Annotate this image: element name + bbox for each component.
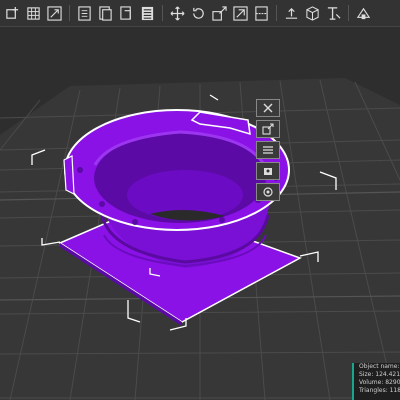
object-size: Size: 124.421 x 1 bbox=[359, 371, 400, 378]
3d-viewport[interactable] bbox=[0, 27, 400, 400]
close-icon[interactable] bbox=[256, 99, 280, 117]
paste-icon[interactable] bbox=[97, 5, 114, 22]
object-volume: Volume: 82907.2 bbox=[359, 379, 400, 386]
copy-icon[interactable] bbox=[76, 5, 93, 22]
scene bbox=[0, 78, 400, 400]
top-toolbar bbox=[0, 0, 400, 27]
layers-tool-icon[interactable] bbox=[256, 141, 280, 159]
paste-icon-2[interactable] bbox=[118, 5, 135, 22]
layers-icon[interactable] bbox=[139, 5, 156, 22]
support-icon[interactable] bbox=[325, 5, 342, 22]
view-icon[interactable] bbox=[283, 5, 300, 22]
move-icon[interactable] bbox=[169, 5, 186, 22]
scale-tool-icon[interactable] bbox=[256, 120, 280, 138]
gizmo-toolbar bbox=[256, 99, 280, 204]
rotate-icon[interactable] bbox=[190, 5, 207, 22]
place-on-face-icon[interactable] bbox=[232, 5, 249, 22]
cut-icon[interactable] bbox=[253, 5, 270, 22]
seam-paint-icon[interactable] bbox=[256, 183, 280, 201]
support-paint-icon[interactable] bbox=[256, 162, 280, 180]
arrange-icon[interactable] bbox=[46, 5, 63, 22]
object-triangles: Triangles: 11876 bbox=[359, 387, 400, 394]
scale-icon[interactable] bbox=[211, 5, 228, 22]
toolbar-separator bbox=[69, 5, 70, 21]
toolbar-separator bbox=[348, 5, 349, 21]
object-name: Object name: k1 bbox=[359, 363, 400, 370]
add-icon[interactable] bbox=[4, 5, 21, 22]
toolbar-separator bbox=[162, 5, 163, 21]
object-info-panel: Object name: k1 Size: 124.421 x 1 Volume… bbox=[352, 363, 400, 400]
settings-icon[interactable] bbox=[355, 5, 372, 22]
cube-icon[interactable] bbox=[304, 5, 321, 22]
toolbar-separator bbox=[276, 5, 277, 21]
delete-icon[interactable] bbox=[25, 5, 42, 22]
